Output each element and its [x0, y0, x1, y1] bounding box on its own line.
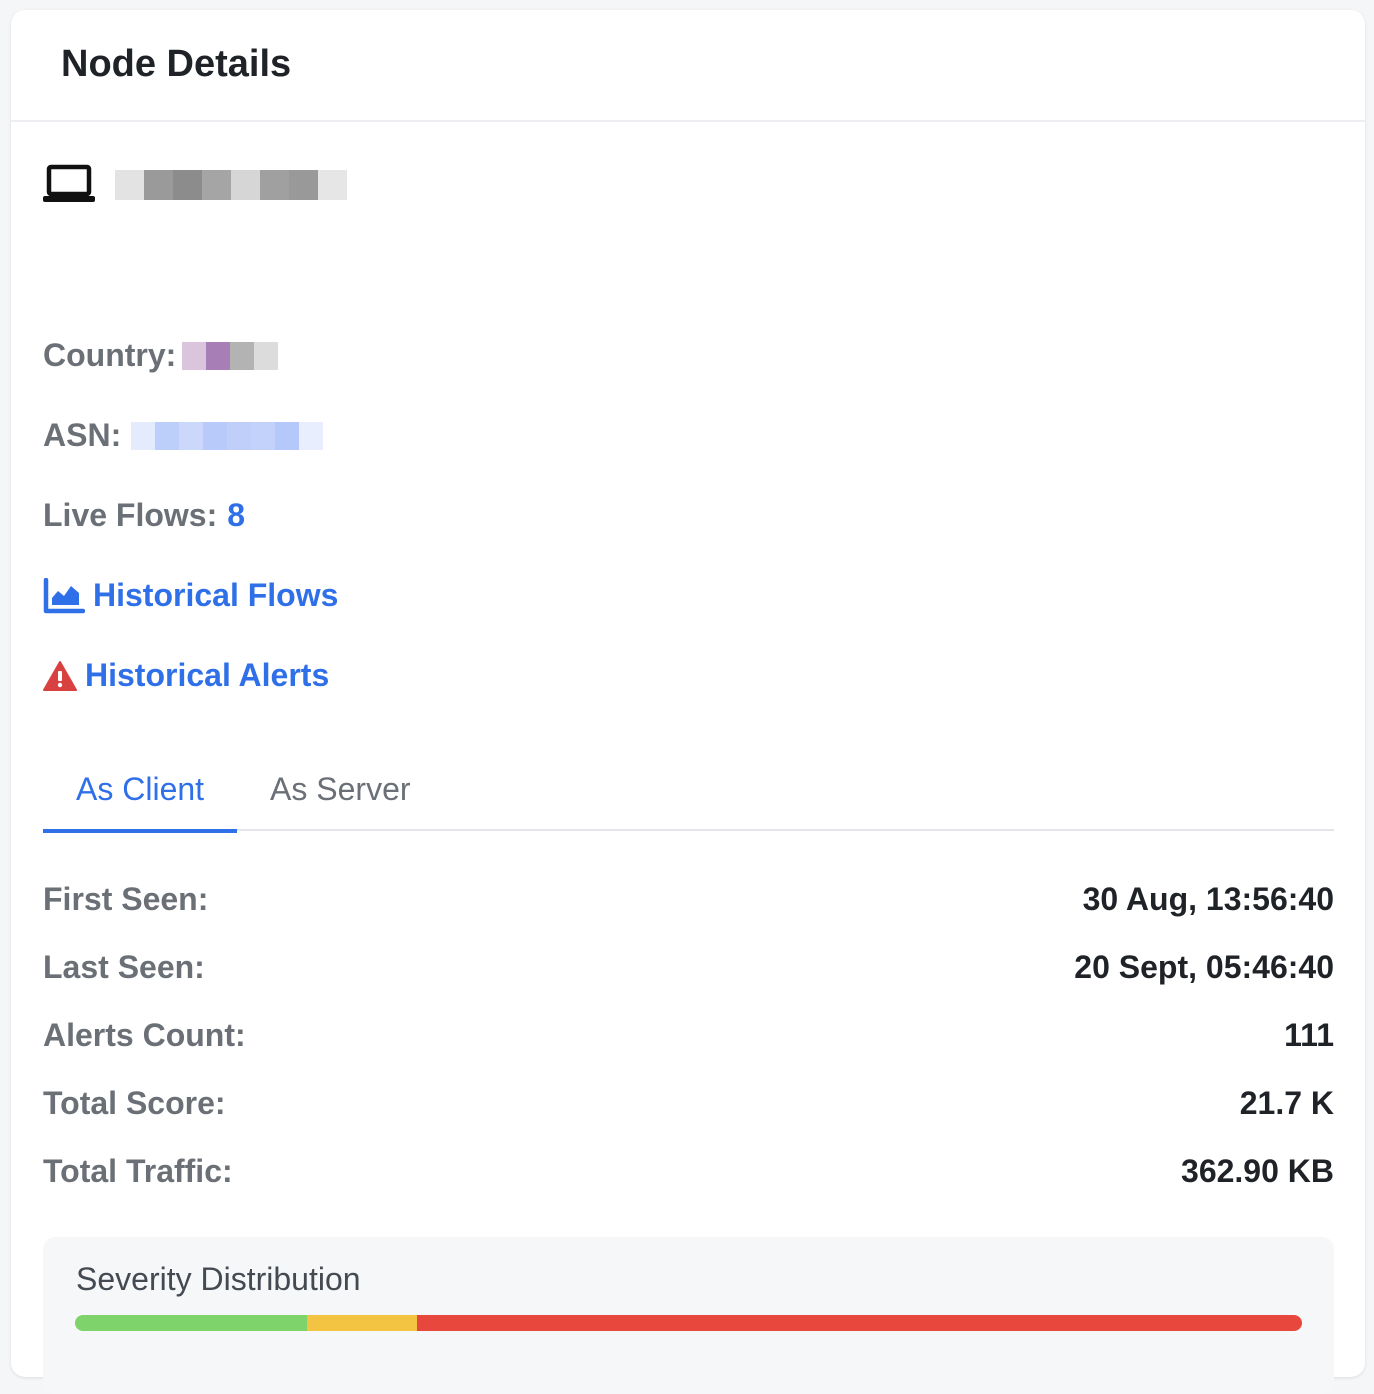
- host-row: [43, 164, 347, 206]
- warning-icon: [43, 660, 77, 691]
- stat-value: 30 Aug, 13:56:40: [1082, 880, 1334, 917]
- severity-bar: [75, 1315, 1302, 1331]
- tab-as-server[interactable]: As Server: [237, 747, 443, 831]
- card-title: Node Details: [61, 42, 292, 85]
- severity-title: Severity Distribution: [76, 1261, 361, 1297]
- historical-alerts-label: Historical Alerts: [85, 657, 330, 693]
- laptop-icon: [43, 164, 95, 202]
- stat-value: 362.90 KB: [1181, 1152, 1334, 1189]
- stat-row-alerts-count: Alerts Count: 111: [43, 1015, 1334, 1055]
- live-flows-label: Live Flows:: [43, 497, 218, 533]
- stat-label: Total Score:: [43, 1084, 226, 1121]
- stat-value: 111: [1284, 1016, 1334, 1053]
- stat-label: First Seen:: [43, 880, 209, 917]
- hostname-redacted: [115, 170, 347, 200]
- stat-row-total-score: Total Score: 21.7 K: [43, 1083, 1334, 1123]
- live-flows-line: Live Flows: 8: [43, 497, 245, 534]
- stat-row-first-seen: First Seen: 30 Aug, 13:56:40: [43, 879, 1334, 919]
- severity-segment-medium[interactable]: [306, 1315, 418, 1331]
- stat-value: 20 Sept, 05:46:40: [1074, 948, 1334, 985]
- severity-segment-high[interactable]: [417, 1315, 1302, 1331]
- asn-redacted: [131, 421, 324, 450]
- stat-label: Total Traffic:: [43, 1152, 233, 1189]
- node-details-card: Node Details Country: ASN: Live Flows: 8…: [11, 10, 1365, 1394]
- country-line: Country:: [43, 337, 279, 374]
- asn-label: ASN:: [43, 417, 122, 453]
- historical-flows-label: Historical Flows: [93, 577, 339, 613]
- stat-row-total-traffic: Total Traffic: 362.90 KB: [43, 1151, 1334, 1191]
- stat-label: Last Seen:: [43, 948, 205, 985]
- tab-as-client[interactable]: As Client: [43, 747, 238, 833]
- severity-segment-low[interactable]: [75, 1315, 307, 1331]
- severity-distribution-panel: Severity Distribution: [43, 1237, 1334, 1394]
- live-flows-count-link[interactable]: 8: [227, 497, 245, 534]
- client-server-tabs: As Client As Server: [43, 747, 1334, 833]
- stat-label: Alerts Count:: [43, 1016, 246, 1053]
- historical-flows-link[interactable]: Historical Flows: [43, 577, 338, 614]
- country-label: Country:: [43, 337, 177, 373]
- area-chart-icon: [43, 577, 85, 613]
- stat-value: 21.7 K: [1239, 1084, 1334, 1121]
- historical-alerts-link[interactable]: Historical Alerts: [43, 657, 329, 694]
- card-header: Node Details: [11, 10, 1365, 122]
- asn-line: ASN:: [43, 417, 324, 454]
- country-redacted: [182, 341, 279, 370]
- stat-row-last-seen: Last Seen: 20 Sept, 05:46:40: [43, 947, 1334, 987]
